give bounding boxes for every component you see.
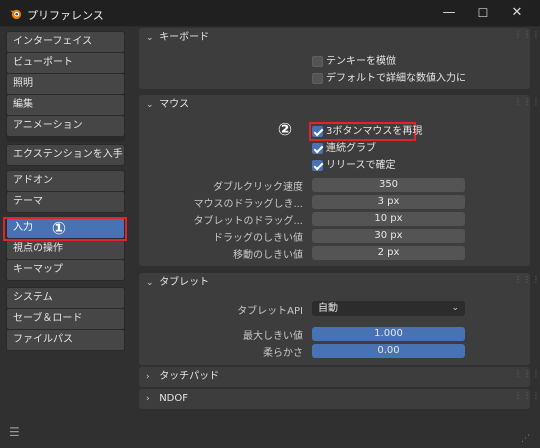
touchpad-panel-title: タッチパッド — [159, 371, 220, 382]
checkbox-box — [312, 56, 323, 67]
double-click-speed-label: ダブルクリック速度 — [213, 182, 303, 193]
tablet-api-dropdown[interactable]: 自動 ⌄ — [312, 301, 465, 316]
chevron-down-icon: ⌄ — [451, 303, 459, 313]
nav-item-system[interactable]: システム — [7, 288, 124, 308]
slider-value: 1.000 — [374, 328, 403, 339]
softness-label: 柔らかさ — [263, 348, 303, 359]
drag-grip-icon[interactable]: ⋮⋮⋮ — [514, 276, 540, 286]
checkbox-label: リリースで確定 — [326, 160, 396, 171]
nav-item-viewport[interactable]: ビューポート — [7, 53, 124, 73]
checkbox-label: デフォルトで詳細な数値入力に — [326, 73, 466, 84]
chevron-down-icon: ⌄ — [146, 33, 154, 43]
nav-item-navigation[interactable]: 視点の操作 — [7, 239, 124, 259]
checkbox-box — [312, 73, 323, 84]
mouse-panel-title: マウス — [159, 99, 190, 110]
drag-grip-icon[interactable]: ⋮⋮⋮ — [514, 370, 540, 380]
tablet-api-label: タブレットAPI — [237, 306, 303, 317]
chevron-right-icon: › — [146, 394, 150, 404]
preferences-window: インターフェイス ビューポート 照明 編集 アニメーション エクステンションを入… — [0, 27, 540, 448]
window-title: プリファレンス — [27, 9, 104, 22]
close-button[interactable]: ✕ — [500, 0, 534, 27]
mouse-drag-threshold-field[interactable]: 3 px — [312, 195, 465, 209]
nav-item-editing[interactable]: 編集 — [7, 95, 124, 115]
keyboard-panel-header[interactable]: ⌄ キーボード ⋮⋮⋮ — [139, 28, 540, 48]
hamburger-menu-icon[interactable]: ☰ — [9, 426, 21, 438]
callout-number-2: ② — [277, 120, 293, 140]
motion-threshold-field[interactable]: 2 px — [312, 246, 465, 260]
tablet-panel-title: タブレット — [159, 277, 210, 288]
drag-threshold-label: ドラッグのしきい値 — [213, 233, 303, 244]
mouse-drag-threshold-label: マウスのドラッグしき... — [193, 199, 303, 210]
nav-group-extensions: エクステンションを入手 — [6, 144, 125, 166]
drag-grip-icon[interactable]: ⋮⋮⋮ — [514, 31, 540, 41]
mouse-panel: ⌄ マウス ⋮⋮⋮ ② 3ボタンマウスを再現 連続グラブ リリースで確定 ダブル… — [139, 95, 540, 266]
checkbox-box — [312, 143, 323, 154]
ndof-panel-title: NDOF — [159, 393, 188, 404]
touchpad-panel: › タッチパッド ⋮⋮⋮ — [139, 367, 540, 387]
softness-slider[interactable]: 0.00 — [312, 344, 465, 358]
nav-item-file-paths[interactable]: ファイルパス — [7, 330, 124, 350]
checkbox-box — [312, 126, 323, 137]
resize-grip-icon[interactable]: ⋰ — [521, 434, 530, 444]
minimize-button[interactable]: — — [432, 0, 466, 27]
chevron-right-icon: › — [146, 372, 150, 382]
tablet-drag-threshold-label: タブレットのドラッグ... — [193, 216, 303, 227]
maximize-button[interactable]: ☐ — [466, 0, 500, 27]
blender-logo-icon — [9, 9, 22, 20]
drag-grip-icon[interactable]: ⋮⋮⋮ — [514, 98, 540, 108]
touchpad-panel-header[interactable]: › タッチパッド ⋮⋮⋮ — [139, 367, 540, 387]
nav-item-save-load[interactable]: セーブ＆ロード — [7, 309, 124, 329]
keyboard-panel-title: キーボード — [159, 32, 210, 43]
drag-threshold-field[interactable]: 30 px — [312, 229, 465, 243]
tablet-panel: ⌄ タブレット ⋮⋮⋮ タブレットAPI 自動 ⌄ 最大しきい値 1.000 柔… — [139, 273, 540, 365]
tablet-drag-threshold-field[interactable]: 10 px — [312, 212, 465, 226]
nav-group-system: システム セーブ＆ロード ファイルパス — [6, 287, 125, 351]
nav-item-keymap[interactable]: キーマップ — [7, 260, 124, 280]
nav-item-lights[interactable]: 照明 — [7, 74, 124, 94]
checkbox-label: テンキーを模倣 — [326, 56, 396, 67]
double-click-speed-field[interactable]: 350 — [312, 178, 465, 192]
nav-group-addons: アドオン テーマ — [6, 170, 125, 213]
nav-item-addons[interactable]: アドオン — [7, 171, 124, 191]
nav-item-themes[interactable]: テーマ — [7, 192, 124, 212]
nav-item-get-extensions[interactable]: エクステンションを入手 — [7, 145, 124, 165]
motion-threshold-label: 移動のしきい値 — [233, 250, 303, 261]
ndof-panel-header[interactable]: › NDOF ⋮⋮⋮ — [139, 389, 540, 409]
chevron-down-icon: ⌄ — [146, 100, 154, 110]
max-threshold-slider[interactable]: 1.000 — [312, 327, 465, 341]
nav-group-interface: インターフェイス ビューポート 照明 編集 アニメーション — [6, 31, 125, 142]
ndof-panel: › NDOF ⋮⋮⋮ — [139, 389, 540, 409]
slider-value: 0.00 — [377, 345, 400, 356]
tablet-panel-header[interactable]: ⌄ タブレット ⋮⋮⋮ — [139, 273, 540, 293]
tablet-api-value: 自動 — [318, 303, 338, 314]
max-threshold-label: 最大しきい値 — [243, 331, 303, 342]
chevron-down-icon: ⌄ — [146, 278, 154, 288]
nav-item-animation[interactable]: アニメーション — [7, 116, 124, 136]
checkbox-box — [312, 160, 323, 171]
mouse-panel-header[interactable]: ⌄ マウス ⋮⋮⋮ — [139, 95, 540, 115]
drag-grip-icon[interactable]: ⋮⋮⋮ — [514, 392, 540, 402]
keyboard-panel: ⌄ キーボード ⋮⋮⋮ テンキーを模倣 デフォルトで詳細な数値入力に — [139, 28, 540, 89]
checkbox-label: 3ボタンマウスを再現 — [326, 126, 423, 137]
checkbox-label: 連続グラブ — [326, 143, 376, 154]
nav-item-interface[interactable]: インターフェイス — [7, 32, 124, 52]
callout-number-1: ① — [51, 219, 67, 239]
title-bar: プリファレンス — ☐ ✕ — [0, 0, 540, 27]
